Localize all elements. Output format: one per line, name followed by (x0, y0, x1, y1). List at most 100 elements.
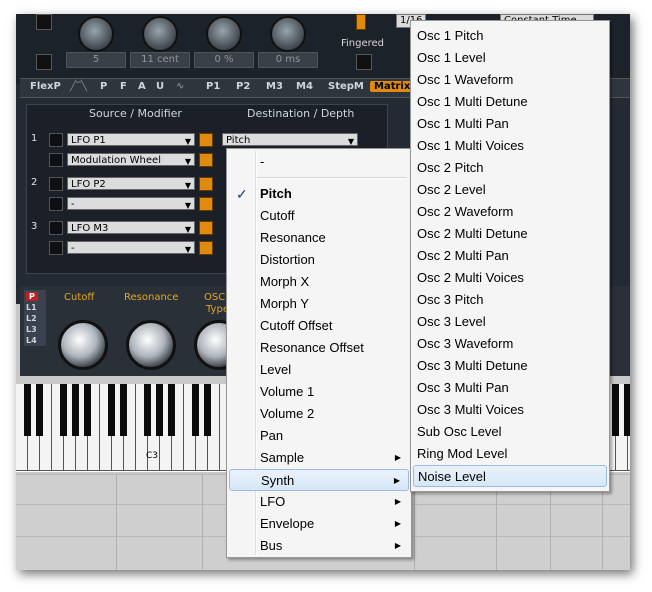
black-key[interactable] (72, 384, 79, 436)
menu-item-synth[interactable]: Synth ▶ (229, 469, 409, 491)
source-select[interactable]: LFO P2 ▼ (67, 177, 195, 190)
menu-item-lfo[interactable]: LFO ▶ (229, 491, 409, 513)
source-select[interactable]: LFO P1 ▼ (67, 133, 195, 146)
tab-u[interactable]: U (156, 81, 164, 92)
tab-matrix[interactable]: Matrix (370, 81, 415, 92)
menu-item-osc-3-pitch[interactable]: Osc 3 Pitch (413, 289, 607, 311)
menu-item-noise-level[interactable]: Noise Level (413, 465, 607, 487)
tab-stepm[interactable]: StepM (328, 81, 364, 92)
tab-f[interactable]: F (120, 81, 127, 92)
tab-flexp[interactable]: FlexP (30, 81, 61, 92)
cutoff-knob[interactable] (58, 320, 108, 370)
resonance-knob[interactable] (126, 320, 176, 370)
menu-item-pitch[interactable]: ✓ Pitch (229, 183, 409, 205)
menu-item-osc-1-waveform[interactable]: Osc 1 Waveform (413, 69, 607, 91)
menu-item-volume-1[interactable]: Volume 1 (229, 381, 409, 403)
modifier-select[interactable]: - ▼ (67, 197, 195, 210)
curve-button[interactable] (199, 221, 213, 235)
menu-item-osc-1-multi-voices[interactable]: Osc 1 Multi Voices (413, 135, 607, 157)
fingered-toggle[interactable] (356, 14, 366, 30)
modifier-enable-checkbox[interactable] (49, 197, 63, 211)
black-key[interactable] (36, 384, 43, 436)
black-key[interactable] (168, 384, 175, 436)
menu-item-morph-y[interactable]: Morph Y (229, 293, 409, 315)
menu-item-none[interactable]: - (229, 151, 409, 173)
menu-item-osc-3-level[interactable]: Osc 3 Level (413, 311, 607, 333)
layer-tab-p[interactable]: P (26, 292, 38, 301)
curve-button[interactable] (199, 133, 213, 147)
modifier-select-value: - (71, 199, 75, 210)
layer-tab-l3[interactable]: L3 (26, 325, 37, 334)
menu-item-osc-3-multi-detune[interactable]: Osc 3 Multi Detune (413, 355, 607, 377)
toggle-square[interactable] (36, 14, 52, 30)
black-key[interactable] (624, 384, 630, 436)
menu-item-osc-2-multi-detune[interactable]: Osc 2 Multi Detune (413, 223, 607, 245)
black-key[interactable] (204, 384, 211, 436)
menu-item-osc-2-level[interactable]: Osc 2 Level (413, 179, 607, 201)
menu-item-osc-1-multi-pan[interactable]: Osc 1 Multi Pan (413, 113, 607, 135)
curve-button[interactable] (199, 177, 213, 191)
source-select[interactable]: LFO M3 ▼ (67, 221, 195, 234)
menu-item-sub-osc-level[interactable]: Sub Osc Level (413, 421, 607, 443)
modifier-enable-checkbox[interactable] (49, 153, 63, 167)
menu-item-cutoff-offset[interactable]: Cutoff Offset (229, 315, 409, 337)
modifier-select[interactable]: Modulation Wheel ▼ (67, 153, 195, 166)
modifier-enable-checkbox[interactable] (49, 241, 63, 255)
menu-item-osc-3-multi-pan[interactable]: Osc 3 Multi Pan (413, 377, 607, 399)
tab-p[interactable]: P (100, 81, 107, 92)
layer-tab-l4[interactable]: L4 (26, 336, 37, 345)
menu-item-morph-x[interactable]: Morph X (229, 271, 409, 293)
tab-m3[interactable]: M3 (266, 81, 283, 92)
menu-item-osc-2-pitch[interactable]: Osc 2 Pitch (413, 157, 607, 179)
menu-item-level[interactable]: Level (229, 359, 409, 381)
menu-item-pan[interactable]: Pan (229, 425, 409, 447)
curve-button[interactable] (199, 197, 213, 211)
layer-tab-l2[interactable]: L2 (26, 314, 37, 323)
curve-button[interactable] (199, 153, 213, 167)
slot-enable-checkbox[interactable] (49, 177, 63, 191)
knob[interactable] (142, 16, 178, 52)
menu-item-osc-1-level[interactable]: Osc 1 Level (413, 47, 607, 69)
toggle-square[interactable] (36, 54, 52, 70)
tab-p1[interactable]: P1 (206, 81, 220, 92)
menu-item-bus[interactable]: Bus ▶ (229, 535, 409, 557)
tab-a[interactable]: A (138, 81, 146, 92)
menu-item-osc-3-waveform[interactable]: Osc 3 Waveform (413, 333, 607, 355)
menu-item-sample[interactable]: Sample ▶ (229, 447, 409, 469)
destination-select[interactable]: Pitch ▼ (222, 133, 358, 146)
black-key[interactable] (84, 384, 91, 436)
knob[interactable] (206, 16, 242, 52)
black-key[interactable] (612, 384, 619, 436)
menu-item-ring-mod-level[interactable]: Ring Mod Level (413, 443, 607, 465)
modifier-select[interactable]: - ▼ (67, 241, 195, 254)
black-key[interactable] (24, 384, 31, 436)
black-key[interactable] (156, 384, 163, 436)
menu-item-osc-2-multi-voices[interactable]: Osc 2 Multi Voices (413, 267, 607, 289)
menu-item-osc-3-multi-voices[interactable]: Osc 3 Multi Voices (413, 399, 607, 421)
knob[interactable] (78, 16, 114, 52)
knob[interactable] (270, 16, 306, 52)
menu-item-resonance-offset[interactable]: Resonance Offset (229, 337, 409, 359)
menu-item-osc-2-waveform[interactable]: Osc 2 Waveform (413, 201, 607, 223)
slot-enable-checkbox[interactable] (49, 221, 63, 235)
black-key[interactable] (60, 384, 67, 436)
black-key[interactable] (192, 384, 199, 436)
black-key[interactable] (144, 384, 151, 436)
menu-item-osc-2-multi-pan[interactable]: Osc 2 Multi Pan (413, 245, 607, 267)
menu-item-distortion[interactable]: Distortion (229, 249, 409, 271)
tab-p2[interactable]: P2 (236, 81, 250, 92)
tab-m4[interactable]: M4 (296, 81, 313, 92)
menu-item-envelope[interactable]: Envelope ▶ (229, 513, 409, 535)
menu-item-osc-1-pitch[interactable]: Osc 1 Pitch (413, 25, 607, 47)
menu-item-resonance[interactable]: Resonance (229, 227, 409, 249)
menu-item-osc-1-multi-detune[interactable]: Osc 1 Multi Detune (413, 91, 607, 113)
chevron-down-icon: ▼ (184, 137, 191, 146)
layer-tab-l1[interactable]: L1 (26, 303, 37, 312)
toggle-square[interactable] (356, 54, 372, 70)
black-key[interactable] (120, 384, 127, 436)
slot-enable-checkbox[interactable] (49, 133, 63, 147)
black-key[interactable] (108, 384, 115, 436)
menu-item-cutoff[interactable]: Cutoff (229, 205, 409, 227)
menu-item-volume-2[interactable]: Volume 2 (229, 403, 409, 425)
curve-button[interactable] (199, 241, 213, 255)
